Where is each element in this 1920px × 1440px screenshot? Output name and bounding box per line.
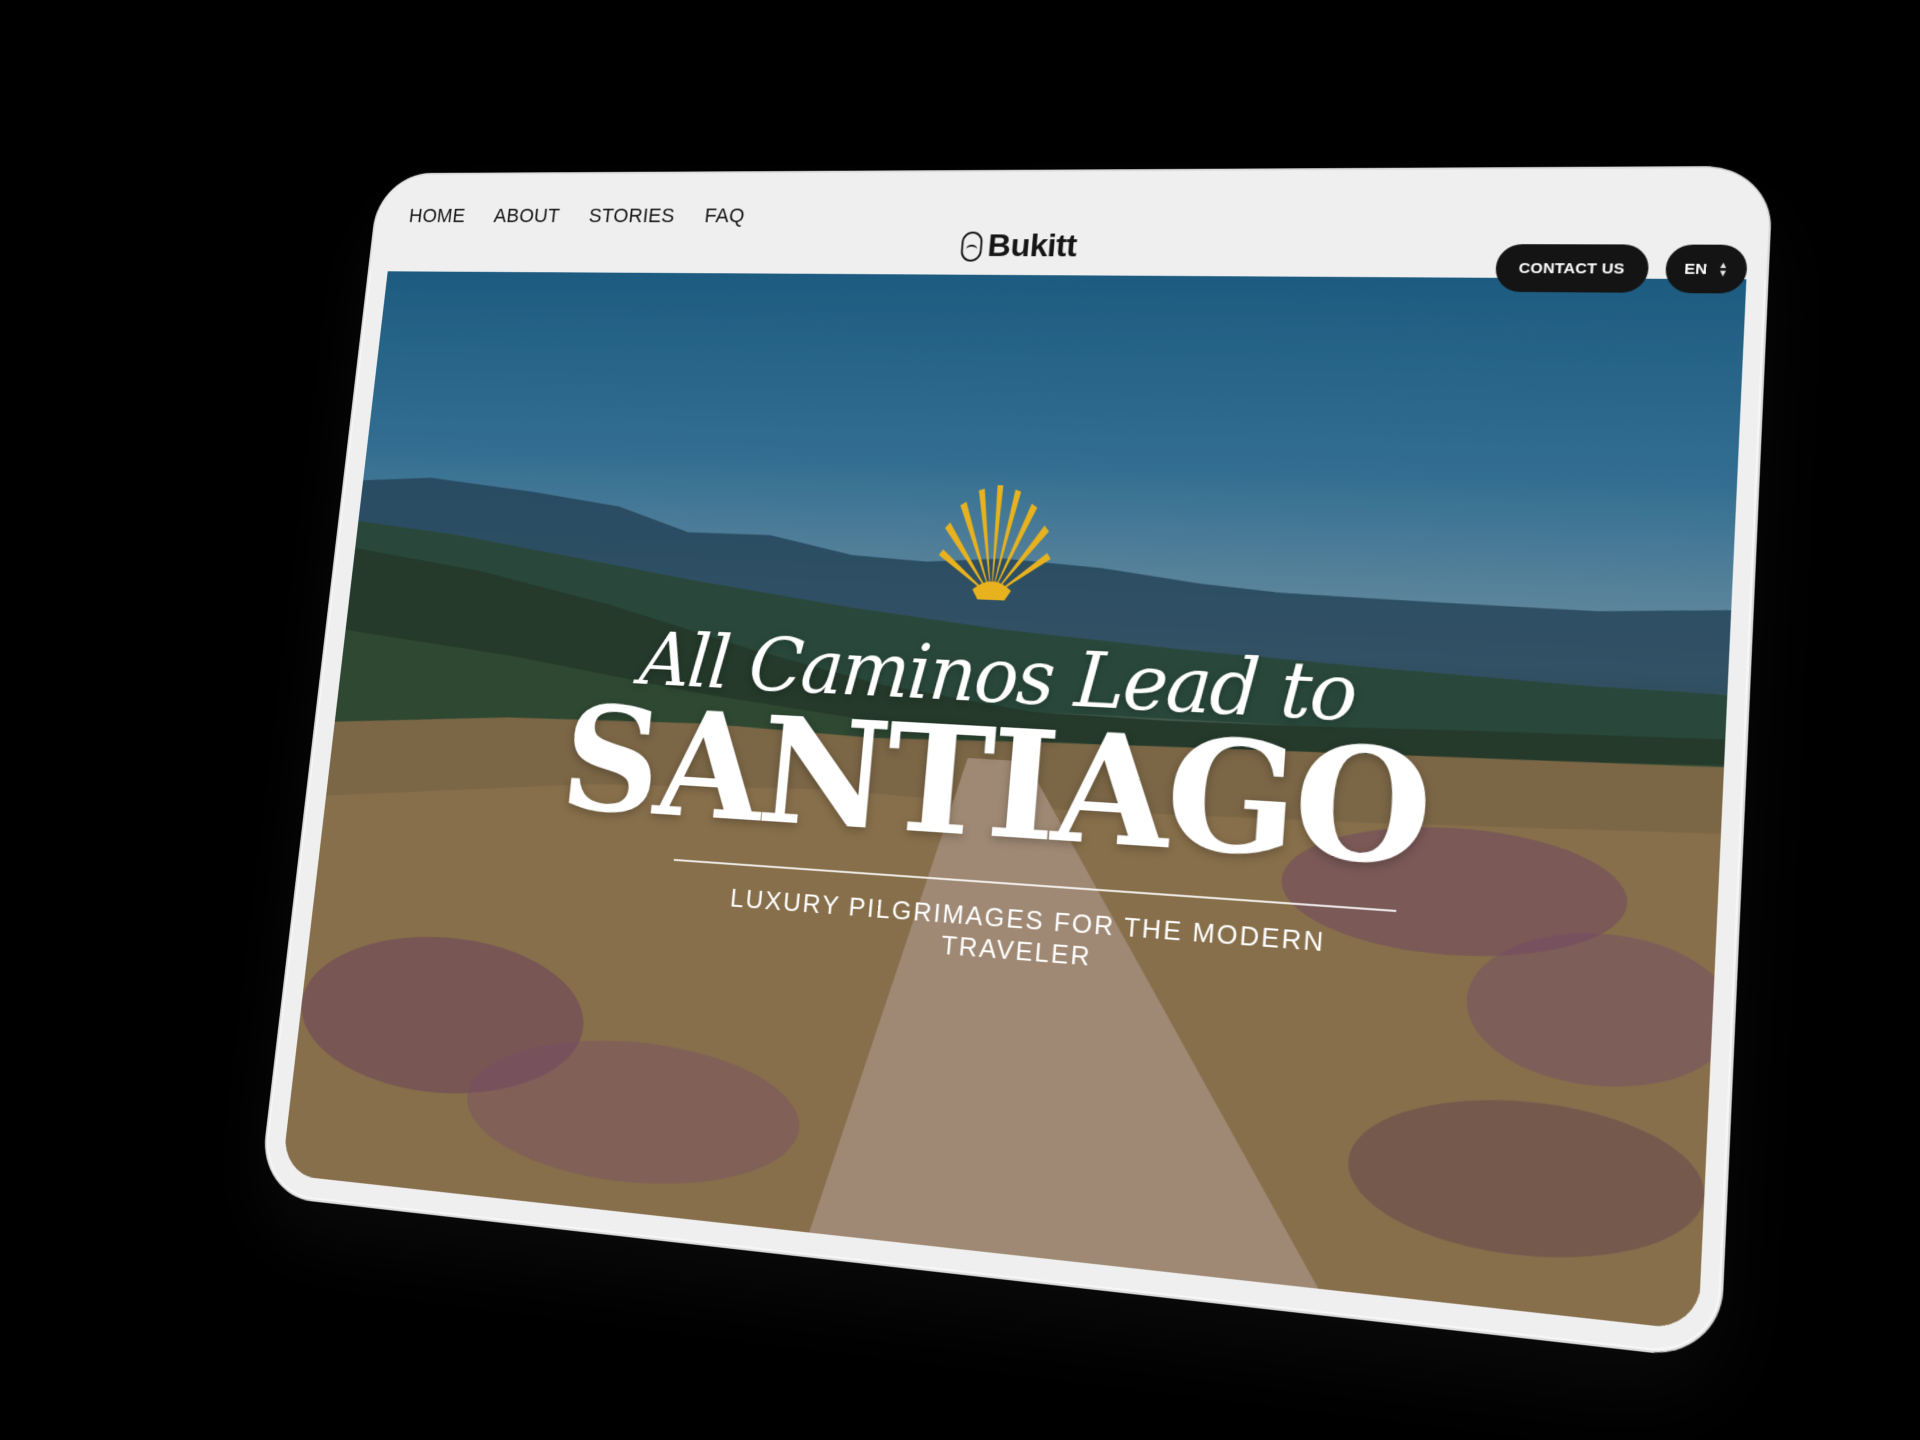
language-label: EN — [1684, 260, 1708, 277]
scallop-shell-icon — [933, 474, 1059, 604]
bukitt-logo-icon — [960, 231, 983, 261]
brand-logo[interactable]: Bukitt — [960, 228, 1078, 265]
nav-link-about[interactable]: ABOUT — [493, 204, 561, 227]
top-navigation: HOME ABOUT STORIES FAQ Bukitt CONTACT US… — [370, 168, 1772, 280]
nav-link-faq[interactable]: FAQ — [704, 204, 746, 228]
hero-section: All Caminos Lead to SANTIAGO LUXURY PILG… — [282, 254, 1748, 1331]
brand-name: Bukitt — [986, 228, 1078, 265]
stage: All Caminos Lead to SANTIAGO LUXURY PILG… — [0, 0, 1920, 1440]
select-chevrons-icon: ▲ ▼ — [1718, 261, 1729, 277]
tablet-frame: All Caminos Lead to SANTIAGO LUXURY PILG… — [260, 168, 1771, 1358]
language-selector[interactable]: EN ▲ ▼ — [1665, 245, 1748, 294]
nav-links: HOME ABOUT STORIES FAQ — [408, 204, 746, 228]
contact-us-button[interactable]: CONTACT US — [1494, 244, 1649, 293]
nav-link-home[interactable]: HOME — [408, 204, 467, 227]
nav-link-stories[interactable]: STORIES — [588, 204, 676, 228]
